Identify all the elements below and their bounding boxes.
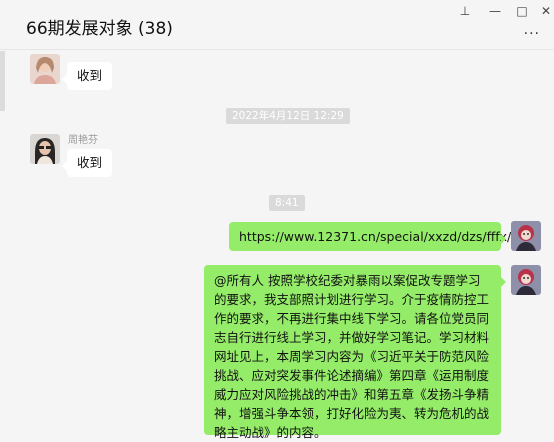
- message-list[interactable]: 收到 2022年4月12日 12:29 周艳芬 收到 8:41 https://…: [0, 51, 554, 442]
- pin-icon[interactable]: ⊥: [455, 3, 475, 19]
- my-avatar[interactable]: [511, 221, 541, 251]
- chat-title: 66期发展对象 (38): [26, 19, 173, 39]
- timestamp: 8:41: [269, 195, 305, 211]
- message-sender: 周艳芬: [68, 135, 98, 146]
- message-bubble[interactable]: 收到: [61, 62, 113, 90]
- avatar[interactable]: [30, 54, 60, 84]
- message-bubble[interactable]: 收到: [61, 149, 113, 177]
- my-avatar[interactable]: [511, 265, 541, 295]
- avatar[interactable]: [30, 134, 60, 164]
- announcement-bubble[interactable]: @所有人 按照学校纪委对暴雨以案促改专题学习的要求，我支部照计划进行学习。介于疫…: [204, 265, 506, 440]
- maximize-icon[interactable]: □: [512, 3, 532, 19]
- message-link[interactable]: https://www.12371.cn/special/xxzd/dzs/ff…: [239, 229, 511, 244]
- close-icon[interactable]: ✕: [536, 3, 554, 19]
- message-text: 收到: [77, 68, 103, 83]
- link-message-bubble[interactable]: https://www.12371.cn/special/xxzd/dzs/ff…: [229, 222, 511, 251]
- timestamp: 2022年4月12日 12:29: [226, 108, 350, 124]
- message-text: @所有人 按照学校纪委对暴雨以案促改专题学习的要求，我支部照计划进行学习。介于疫…: [214, 273, 490, 440]
- minimize-icon[interactable]: —: [485, 3, 505, 19]
- more-options-icon[interactable]: ···: [524, 26, 540, 42]
- message-text: 收到: [77, 155, 103, 170]
- title-bar: 66期发展对象 (38) ⊥ — □ ✕ ···: [0, 0, 554, 50]
